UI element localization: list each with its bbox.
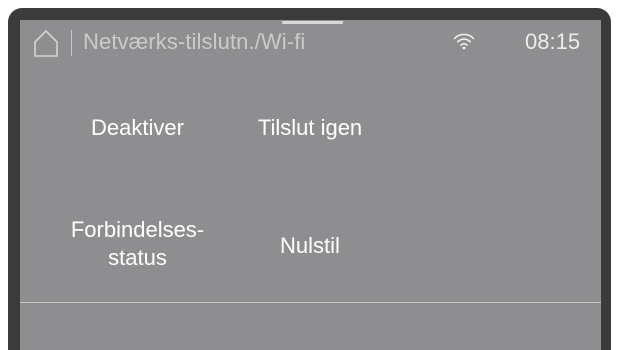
header-separator: [71, 30, 72, 56]
clock-time: 08:15: [525, 29, 581, 54]
deactivate-label: Deaktiver: [91, 115, 184, 140]
wifi-icon: [453, 33, 475, 50]
reset-label: Nulstil: [280, 233, 340, 258]
reset-button[interactable]: Nulstil: [225, 226, 395, 266]
status-header: Netværks-tilslutn./Wi-fi 08:15: [20, 20, 601, 65]
page-title: Netværks-tilslutn./Wi-fi: [83, 29, 306, 54]
connection-status-label-line1: Forbindelses-: [70, 217, 205, 242]
display-screen: Netværks-tilslutn./Wi-fi 08:15 Deaktiver…: [20, 20, 601, 350]
connection-status-button[interactable]: Forbindelses- status: [50, 213, 225, 275]
connection-status-label-line2: status: [108, 245, 167, 270]
home-icon: [34, 29, 58, 57]
reconnect-label: Tilslut igen: [257, 115, 363, 140]
deactivate-button[interactable]: Deaktiver: [50, 108, 225, 148]
bottom-divider: [20, 302, 601, 303]
reconnect-button[interactable]: Tilslut igen: [225, 108, 395, 148]
home-button[interactable]: [33, 29, 59, 57]
